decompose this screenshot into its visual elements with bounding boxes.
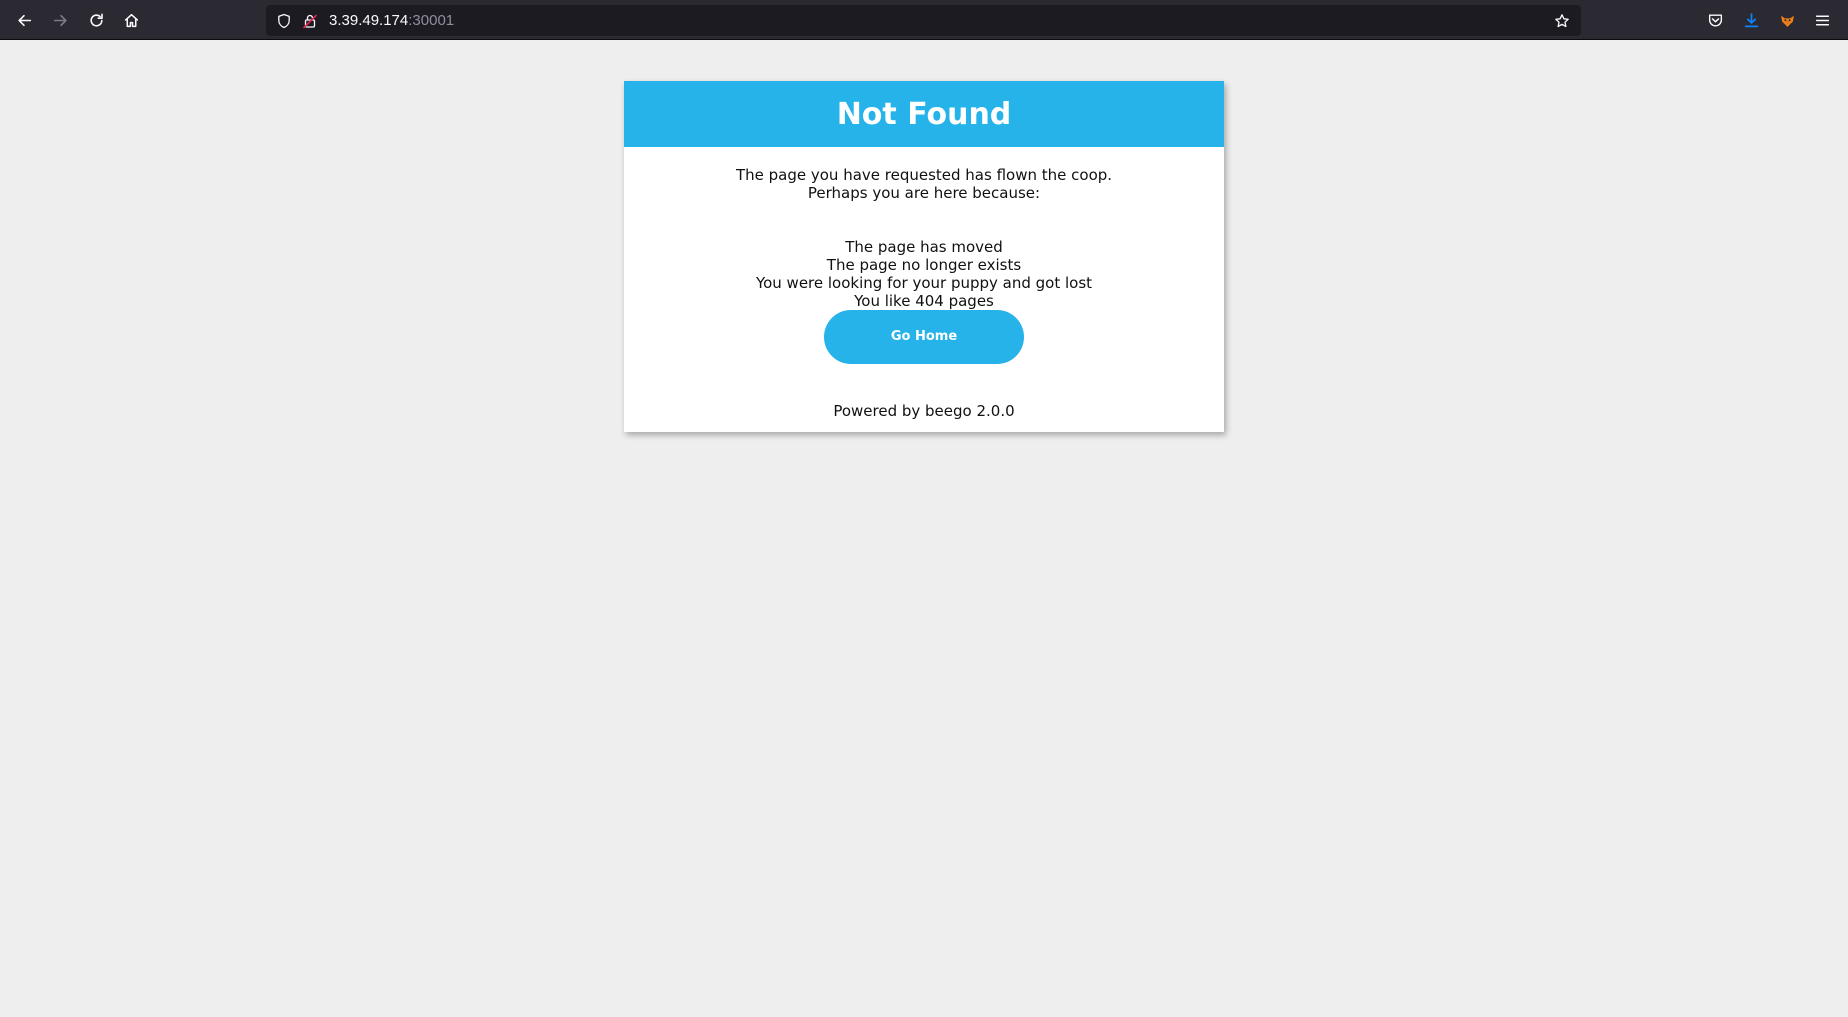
pocket-button[interactable] xyxy=(1701,6,1729,34)
error-body: The page you have requested has flown th… xyxy=(624,147,1224,420)
home-icon xyxy=(124,13,138,27)
reason-item: The page has moved xyxy=(845,238,1003,256)
url-bar[interactable]: 3.39.49.174:30001 xyxy=(266,5,1581,36)
home-button[interactable] xyxy=(117,6,145,34)
download-icon xyxy=(1744,12,1758,27)
shield-icon[interactable] xyxy=(275,12,292,29)
powered-by-footer: Powered by beego 2.0.0 xyxy=(833,402,1015,420)
intro-line-2: Perhaps you are here because: xyxy=(807,184,1041,202)
page-title: Not Found xyxy=(836,96,1012,132)
back-button[interactable] xyxy=(10,6,38,34)
insecure-lock-icon[interactable] xyxy=(301,12,318,29)
reason-item: You like 404 pages xyxy=(854,292,994,310)
reload-button[interactable] xyxy=(82,6,110,34)
url-port: :30001 xyxy=(408,12,455,29)
go-home-button[interactable]: Go Home xyxy=(824,310,1024,364)
star-icon[interactable] xyxy=(1553,12,1570,29)
error-card: Not Found The page you have requested ha… xyxy=(624,81,1224,432)
pocket-icon xyxy=(1708,13,1722,26)
browser-toolbar: 3.39.49.174:30001 xyxy=(0,0,1848,40)
url-text[interactable]: 3.39.49.174:30001 xyxy=(329,5,454,36)
reasons-list: The page has moved The page no longer ex… xyxy=(624,238,1224,310)
reload-icon xyxy=(89,13,103,27)
extension-fox-icon xyxy=(1780,15,1794,27)
back-arrow-icon xyxy=(17,14,31,26)
forward-arrow-icon xyxy=(53,14,67,26)
menu-button[interactable] xyxy=(1808,6,1836,34)
error-header: Not Found xyxy=(624,81,1224,147)
forward-button[interactable] xyxy=(46,6,74,34)
reason-item: You were looking for your puppy and got … xyxy=(755,274,1093,292)
extension-button[interactable] xyxy=(1773,6,1801,34)
url-host: 3.39.49.174 xyxy=(329,12,409,29)
intro-line-1: The page you have requested has flown th… xyxy=(735,166,1113,184)
downloads-button[interactable] xyxy=(1737,6,1765,34)
hamburger-menu-icon xyxy=(1815,15,1829,25)
reason-item: The page no longer exists xyxy=(826,256,1022,274)
